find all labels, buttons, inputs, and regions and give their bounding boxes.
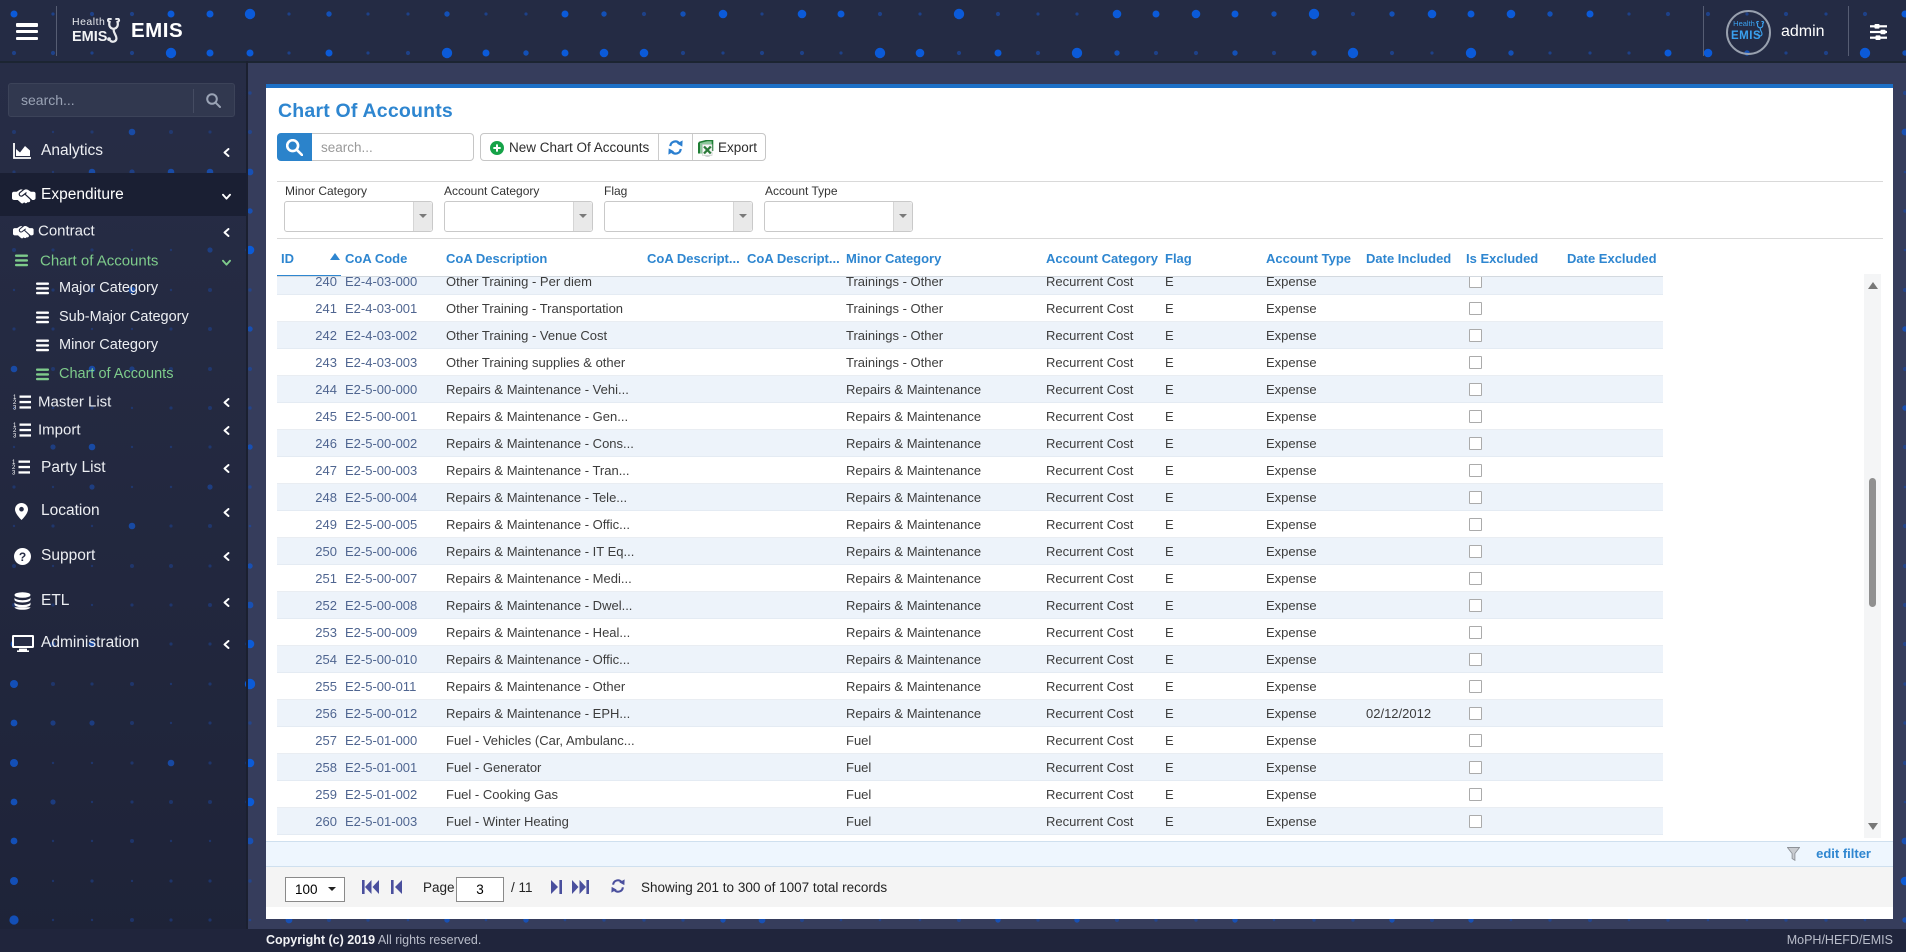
svg-text:3: 3 (12, 471, 16, 477)
svg-text:?: ? (19, 550, 26, 564)
svg-text:3: 3 (13, 434, 17, 438)
svg-text:3: 3 (13, 406, 17, 410)
